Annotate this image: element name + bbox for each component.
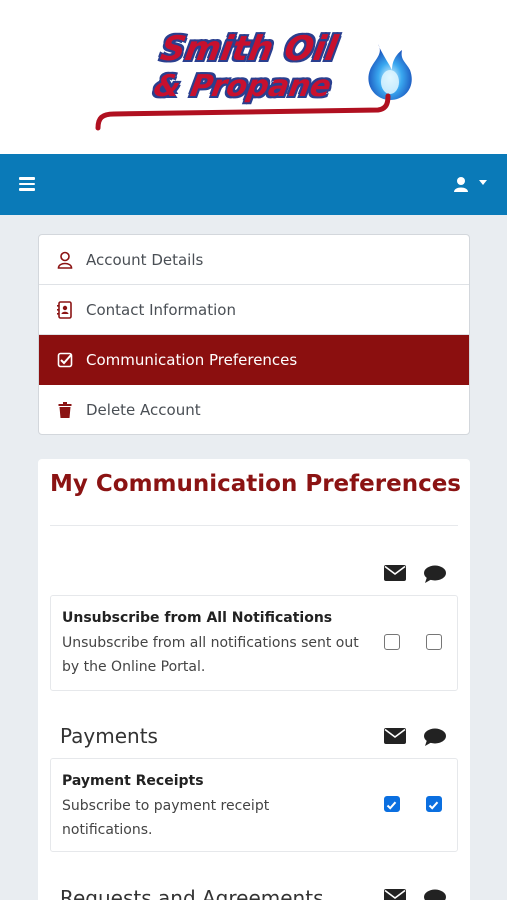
pref-name: Unsubscribe from All Notifications	[62, 610, 333, 626]
menu-item-label: Account Details	[86, 250, 204, 269]
logo-line-1: Smith Oil	[157, 29, 341, 69]
user-outline-icon	[57, 251, 73, 269]
page-title: My Communication Preferences	[50, 471, 461, 497]
menu-item-communication-preferences[interactable]: Communication Preferences	[39, 335, 469, 385]
pref-description: Unsubscribe from all notifications sent …	[62, 635, 359, 675]
payment-receipts-email-checkbox[interactable]	[384, 796, 400, 812]
menu-item-account-details[interactable]: Account Details	[39, 235, 469, 285]
unsubscribe-email-checkbox[interactable]	[384, 634, 400, 650]
payment-receipts-row: Payment Receipts Subscribe to payment re…	[50, 758, 458, 852]
logo-swoosh	[95, 93, 391, 131]
envelope-icon	[384, 728, 406, 744]
menu-item-label: Delete Account	[86, 401, 201, 419]
address-book-icon	[57, 300, 73, 319]
section-heading-requests: Requests and Agreements	[60, 886, 324, 900]
menu-item-label: Contact Information	[86, 300, 236, 319]
caret-down-icon	[479, 180, 487, 185]
preferences-card: My Communication Preferences Unsubscribe…	[38, 459, 470, 900]
account-menu: Account Details Contact Information Comm…	[38, 234, 470, 435]
section-heading-payments: Payments	[60, 724, 158, 748]
hamburger-icon[interactable]	[19, 177, 35, 191]
menu-item-label: Communication Preferences	[86, 350, 298, 369]
menu-item-delete-account[interactable]: Delete Account	[39, 385, 469, 434]
pref-description: Subscribe to payment receipt notificatio…	[62, 798, 270, 838]
check-square-icon	[57, 351, 73, 369]
trash-icon	[57, 401, 73, 419]
envelope-icon	[384, 889, 406, 900]
checkmark-icon	[428, 801, 439, 810]
envelope-icon	[384, 565, 406, 581]
checkmark-icon	[386, 801, 397, 810]
unsubscribe-sms-checkbox[interactable]	[426, 634, 442, 650]
pref-name: Payment Receipts	[62, 773, 204, 789]
comment-icon	[424, 728, 446, 746]
user-menu-dropdown[interactable]	[452, 175, 492, 195]
menu-item-contact-information[interactable]: Contact Information	[39, 285, 469, 335]
divider	[50, 525, 458, 526]
unsubscribe-all-row: Unsubscribe from All Notifications Unsub…	[50, 595, 458, 691]
user-icon	[454, 177, 487, 192]
comment-icon	[424, 889, 446, 900]
top-navbar	[0, 154, 507, 215]
payment-receipts-sms-checkbox[interactable]	[426, 796, 442, 812]
comment-icon	[424, 565, 446, 583]
